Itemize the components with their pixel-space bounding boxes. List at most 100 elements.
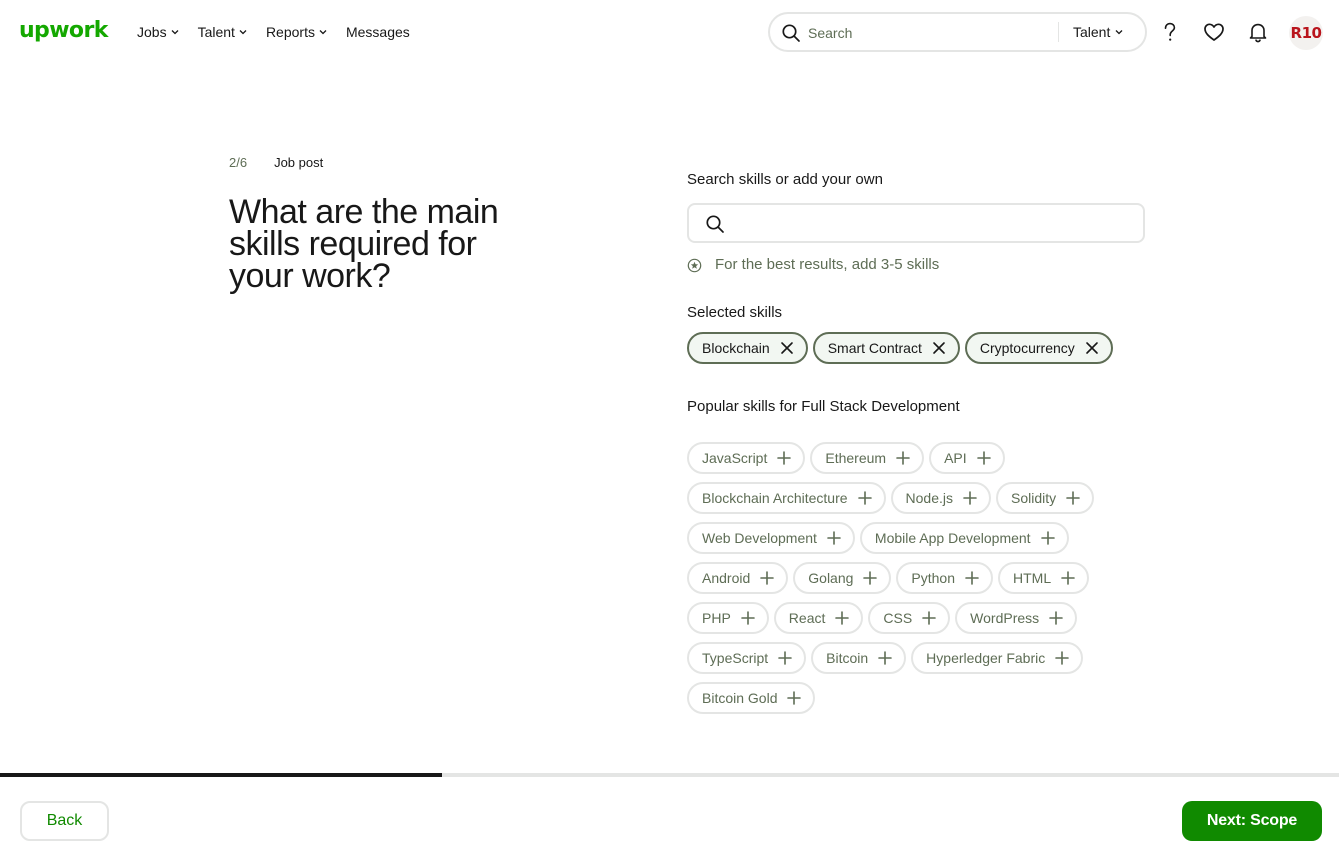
- popular-skill-chip[interactable]: CSS: [868, 602, 951, 634]
- popular-skill-chip-label: Bitcoin Gold: [702, 690, 778, 706]
- plus-icon: [835, 611, 850, 625]
- popular-skill-chip-label: React: [788, 610, 826, 626]
- popular-skill-chip-label: Golang: [808, 570, 854, 586]
- popular-skill-chip[interactable]: Golang: [793, 562, 892, 594]
- heart-icon[interactable]: [1202, 20, 1226, 44]
- close-icon: [933, 342, 945, 354]
- header-search-input[interactable]: [808, 22, 1053, 44]
- next-scope-button[interactable]: Next: Scope: [1182, 801, 1322, 841]
- skills-hint: For the best results, add 3-5 skills: [687, 256, 939, 274]
- nav-messages[interactable]: Messages: [346, 22, 410, 42]
- page-title: What are the main skills required for yo…: [229, 193, 499, 295]
- popular-skill-chip-label: TypeScript: [702, 650, 769, 666]
- selected-skill-chip-label: Smart Contract: [827, 340, 922, 356]
- popular-skill-chip[interactable]: Ethereum: [810, 442, 925, 474]
- plus-icon: [827, 531, 841, 545]
- plus-icon: [777, 451, 792, 465]
- popular-skill-chip[interactable]: Bitcoin: [811, 642, 907, 674]
- back-button[interactable]: Back: [20, 801, 109, 841]
- popular-skill-chip[interactable]: React: [773, 602, 864, 634]
- popular-skills-list: JavaScript Ethereum API Blockchain Architec…: [687, 442, 1147, 722]
- nav-jobs[interactable]: Jobs: [137, 22, 179, 42]
- popular-skill-chip-label: Python: [911, 570, 956, 586]
- popular-skill-chip[interactable]: JavaScript: [687, 442, 806, 474]
- popular-skill-chip-label: Blockchain Architecture: [702, 490, 848, 506]
- popular-skill-chip-label: WordPress: [970, 610, 1040, 626]
- close-icon: [780, 342, 793, 354]
- search-type-label: Talent: [1073, 24, 1111, 40]
- plus-icon: [976, 451, 991, 465]
- chevron-down-icon: [239, 30, 247, 35]
- search-divider: [1058, 22, 1059, 42]
- plus-icon: [1055, 651, 1070, 665]
- plus-icon: [965, 571, 979, 585]
- selected-skill-chip[interactable]: Cryptocurrency: [964, 332, 1113, 364]
- plus-icon: [963, 491, 977, 505]
- popular-skill-chip-label: API: [944, 450, 967, 466]
- popular-skill-chip[interactable]: Python: [896, 562, 994, 594]
- nav-talent-label: Talent: [197, 24, 235, 40]
- popular-skill-chip[interactable]: PHP: [687, 602, 769, 634]
- popular-skill-chip[interactable]: Bitcoin Gold: [687, 682, 816, 714]
- help-icon[interactable]: [1158, 20, 1182, 44]
- popular-skill-chip[interactable]: Mobile App Development: [859, 522, 1069, 554]
- popular-skills-label: Popular skills for Full Stack Developmen…: [687, 398, 960, 415]
- step-label: Job post: [274, 155, 324, 170]
- avatar[interactable]: R10: [1289, 16, 1323, 50]
- skills-hint-text: For the best results, add 3-5 skills: [715, 256, 940, 273]
- popular-skill-chip[interactable]: Solidity: [996, 482, 1095, 514]
- plus-icon: [878, 651, 892, 665]
- plus-icon: [1049, 611, 1063, 625]
- plus-icon: [896, 451, 910, 465]
- skills-search-box: [687, 203, 1145, 243]
- nav-talent[interactable]: Talent: [198, 22, 247, 42]
- popular-skill-chip-label: Solidity: [1011, 490, 1057, 506]
- popular-skill-chip[interactable]: Node.js: [890, 482, 991, 514]
- plus-icon: [760, 571, 775, 585]
- search-type-dropdown[interactable]: Talent: [1073, 23, 1123, 41]
- popular-skill-chip[interactable]: API: [929, 442, 1005, 474]
- step-number: 2/6: [229, 155, 248, 170]
- selected-skills-list: Blockchain Smart Contract Cryptocurrency: [687, 332, 1147, 372]
- popular-skill-chip-label: Web Development: [702, 530, 817, 546]
- popular-skill-chip-label: HTML: [1013, 570, 1052, 586]
- popular-skill-chip-label: PHP: [702, 610, 731, 626]
- popular-skill-chip-label: JavaScript: [702, 450, 768, 466]
- nav-reports[interactable]: Reports: [266, 22, 327, 42]
- popular-skill-chip-label: Ethereum: [825, 450, 887, 466]
- selected-skill-chip[interactable]: Smart Contract: [812, 332, 960, 364]
- plus-icon: [857, 491, 872, 505]
- popular-skill-chip[interactable]: Hyperledger Fabric: [911, 642, 1084, 674]
- selected-skill-chip-label: Blockchain: [702, 340, 770, 356]
- popular-skill-chip-label: Mobile App Development: [874, 530, 1031, 546]
- search-icon: [706, 215, 724, 233]
- chevron-down-icon: [1115, 30, 1123, 35]
- step-indicator: 2/6 Job post: [229, 155, 323, 171]
- popular-skill-chip[interactable]: Web Development: [687, 522, 855, 554]
- close-icon: [1085, 342, 1098, 354]
- bell-icon[interactable]: [1246, 20, 1270, 44]
- selected-skill-chip[interactable]: Blockchain: [687, 332, 808, 364]
- chevron-down-icon: [171, 30, 179, 35]
- popular-skill-chip-label: Node.js: [905, 490, 953, 506]
- popular-skill-chip[interactable]: HTML: [998, 562, 1090, 594]
- upwork-logo[interactable]: upwork: [19, 18, 108, 44]
- plus-icon: [1061, 571, 1075, 585]
- plus-icon: [863, 571, 878, 585]
- badge-star-icon: [687, 258, 702, 272]
- nav-messages-label: Messages: [345, 24, 410, 40]
- top-header: upwork Jobs Talent Reports Messages Tale…: [0, 0, 1339, 64]
- popular-skill-chip[interactable]: Blockchain Architecture: [687, 482, 886, 514]
- popular-skill-chip[interactable]: Android: [687, 562, 789, 594]
- progress-bar: [0, 773, 442, 777]
- popular-skill-chip-label: Hyperledger Fabric: [926, 650, 1046, 666]
- selected-skills-label: Selected skills: [687, 304, 783, 321]
- plus-icon: [778, 651, 792, 665]
- skills-search-label: Search skills or add your own: [687, 171, 883, 188]
- plus-icon: [922, 611, 936, 625]
- popular-skill-chip[interactable]: WordPress: [955, 602, 1078, 634]
- popular-skill-chip-label: CSS: [883, 610, 913, 626]
- skills-search-input[interactable]: [735, 213, 1125, 235]
- popular-skill-chip[interactable]: TypeScript: [687, 642, 807, 674]
- main-nav: Jobs Talent Reports Messages: [137, 22, 429, 42]
